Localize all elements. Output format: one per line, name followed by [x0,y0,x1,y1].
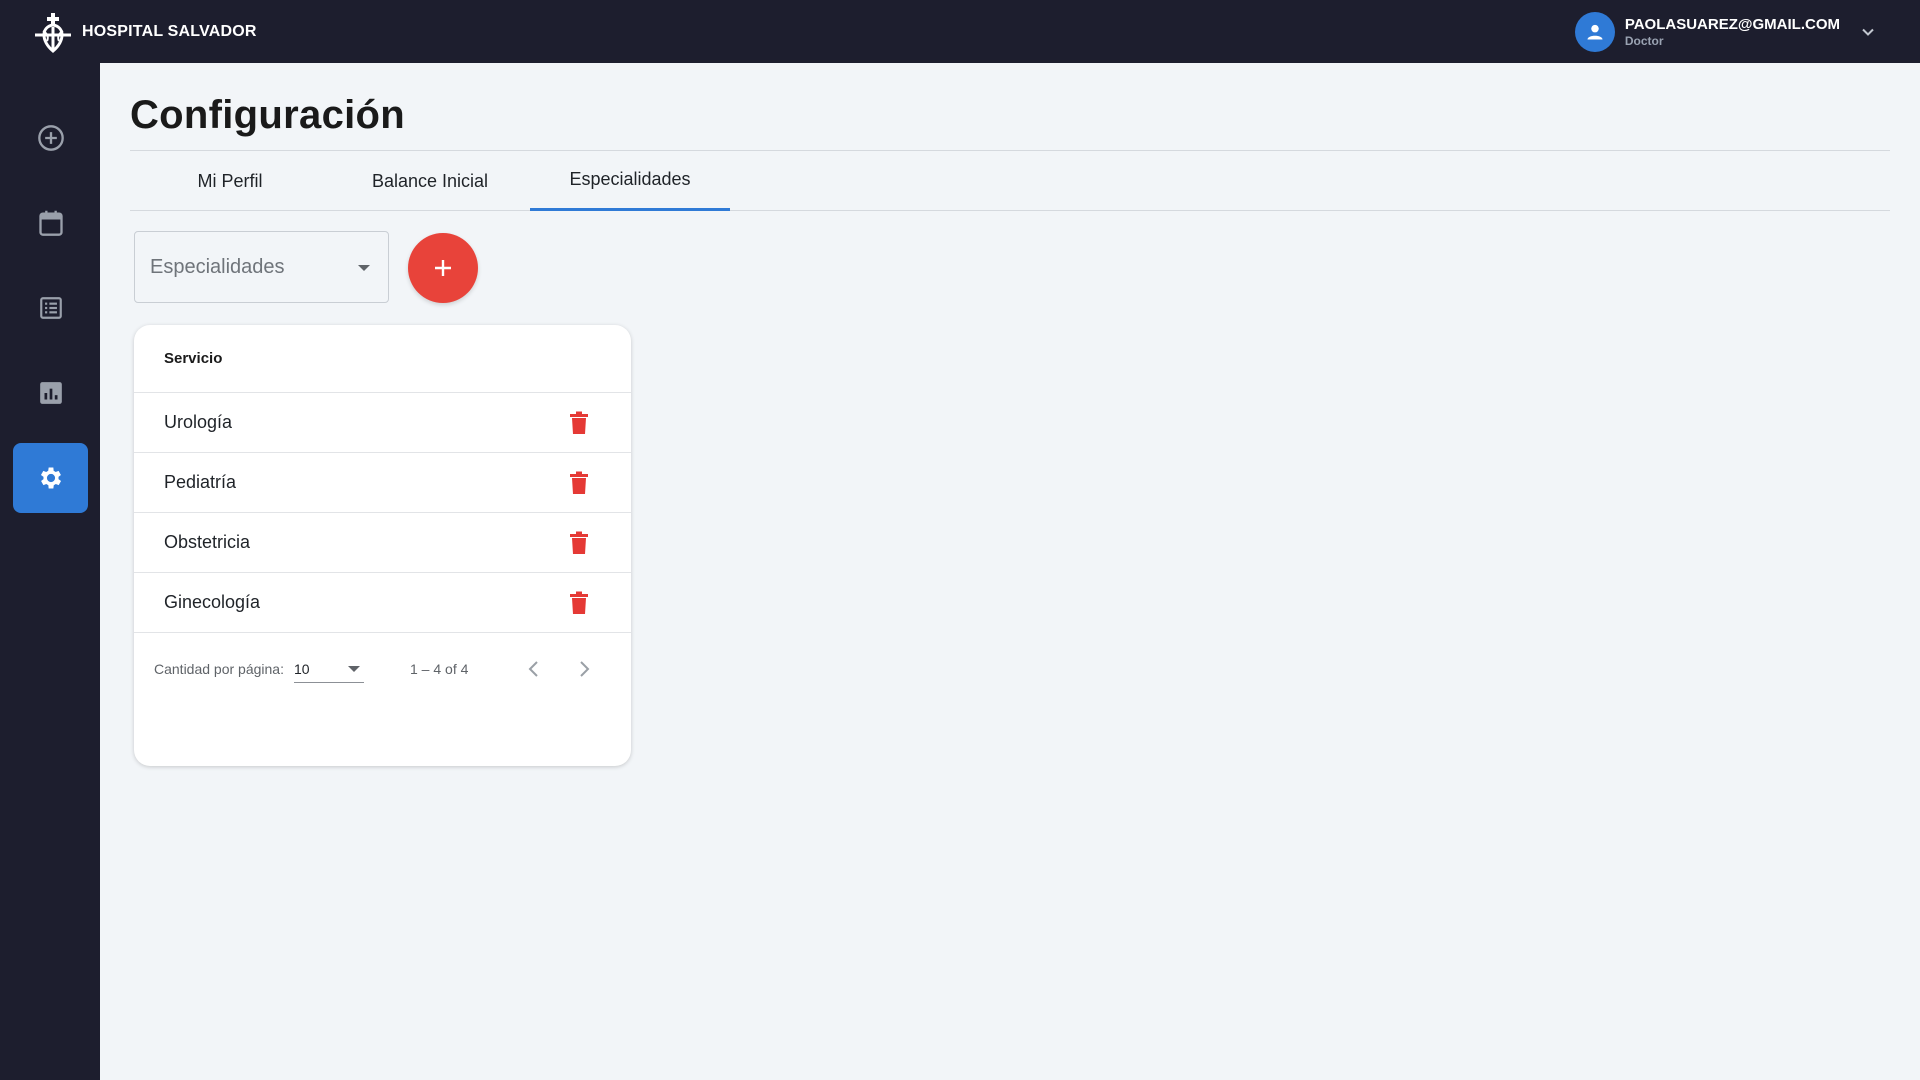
service-name: Obstetricia [164,532,251,552]
items-per-page-label: Cantidad por página: [154,661,284,677]
sidebar-item-settings[interactable] [13,443,88,513]
user-info: PAOLASUAREZ@GMAIL.COM Doctor [1625,16,1840,48]
brand-name: HOSPITAL SALVADOR [82,22,257,40]
items-per-page-select[interactable]: 10 [294,655,364,683]
tab-mi-perfil[interactable]: Mi Perfil [130,151,330,211]
tab-especialidades[interactable]: Especialidades [530,151,730,211]
delete-icon[interactable] [567,589,591,617]
person-icon [1587,24,1603,39]
calendar-icon [38,210,63,236]
tab-bar: Mi Perfil Balance Inicial Especialidades [130,151,1890,211]
chevron-left-icon [528,661,539,677]
tab-balance-inicial[interactable]: Balance Inicial [330,151,530,211]
brand[interactable]: HOSPITAL SALVADOR [30,10,257,54]
chevron-down-icon[interactable] [1858,22,1878,42]
table-row: Obstetricia [134,513,631,573]
sidebar [0,63,100,1080]
specialty-select[interactable]: Especialidades [134,231,389,303]
column-header-servicio: Servicio [164,350,223,367]
avatar [1574,11,1615,52]
table-header: Servicio [134,325,631,393]
service-name: Ginecología [164,592,261,612]
gear-icon [40,467,61,489]
page-title: Configuración [130,93,405,137]
sidebar-item-list[interactable] [13,273,88,343]
user-email: PAOLASUAREZ@GMAIL.COM [1624,15,1840,33]
table-row: Ginecología [134,573,631,633]
previous-page-button[interactable] [518,653,550,685]
sidebar-item-calendar[interactable] [13,188,88,258]
items-per-page-value: 10 [294,660,310,677]
specialty-select-placeholder: Especialidades [150,255,285,278]
user-role: Doctor [1624,33,1664,48]
dropdown-arrow-icon [358,265,370,271]
page-range-label: 1 – 4 of 4 [410,661,469,677]
table-row: Urología [134,393,631,453]
dropdown-arrow-icon [348,666,360,672]
sidebar-item-reports[interactable] [13,358,88,428]
delete-icon[interactable] [567,409,591,437]
plus-icon [435,260,451,276]
top-bar: HOSPITAL SALVADOR PAOLASUAREZ@GMAIL.COM … [0,0,1920,63]
sidebar-item-add[interactable] [13,103,88,173]
specialties-table-card: Servicio Urología Pediatría Obstetricia … [134,325,631,766]
table-row: Pediatría [134,453,631,513]
main-content: Configuración Mi Perfil Balance Inicial … [100,63,1920,1080]
chart-icon [39,382,62,404]
next-page-button[interactable] [568,653,600,685]
hospital-logo-icon [30,10,76,54]
delete-icon[interactable] [567,469,591,497]
delete-icon[interactable] [567,529,591,557]
paginator: Cantidad por página: 10 1 – 4 of 4 [134,634,631,704]
chevron-right-icon [580,661,590,677]
service-name: Urología [164,412,233,432]
list-icon [39,297,62,319]
add-circle-icon [37,125,64,151]
service-name: Pediatría [164,472,237,492]
user-menu[interactable]: PAOLASUAREZ@GMAIL.COM Doctor [1574,11,1878,52]
add-specialty-button[interactable] [408,233,478,303]
